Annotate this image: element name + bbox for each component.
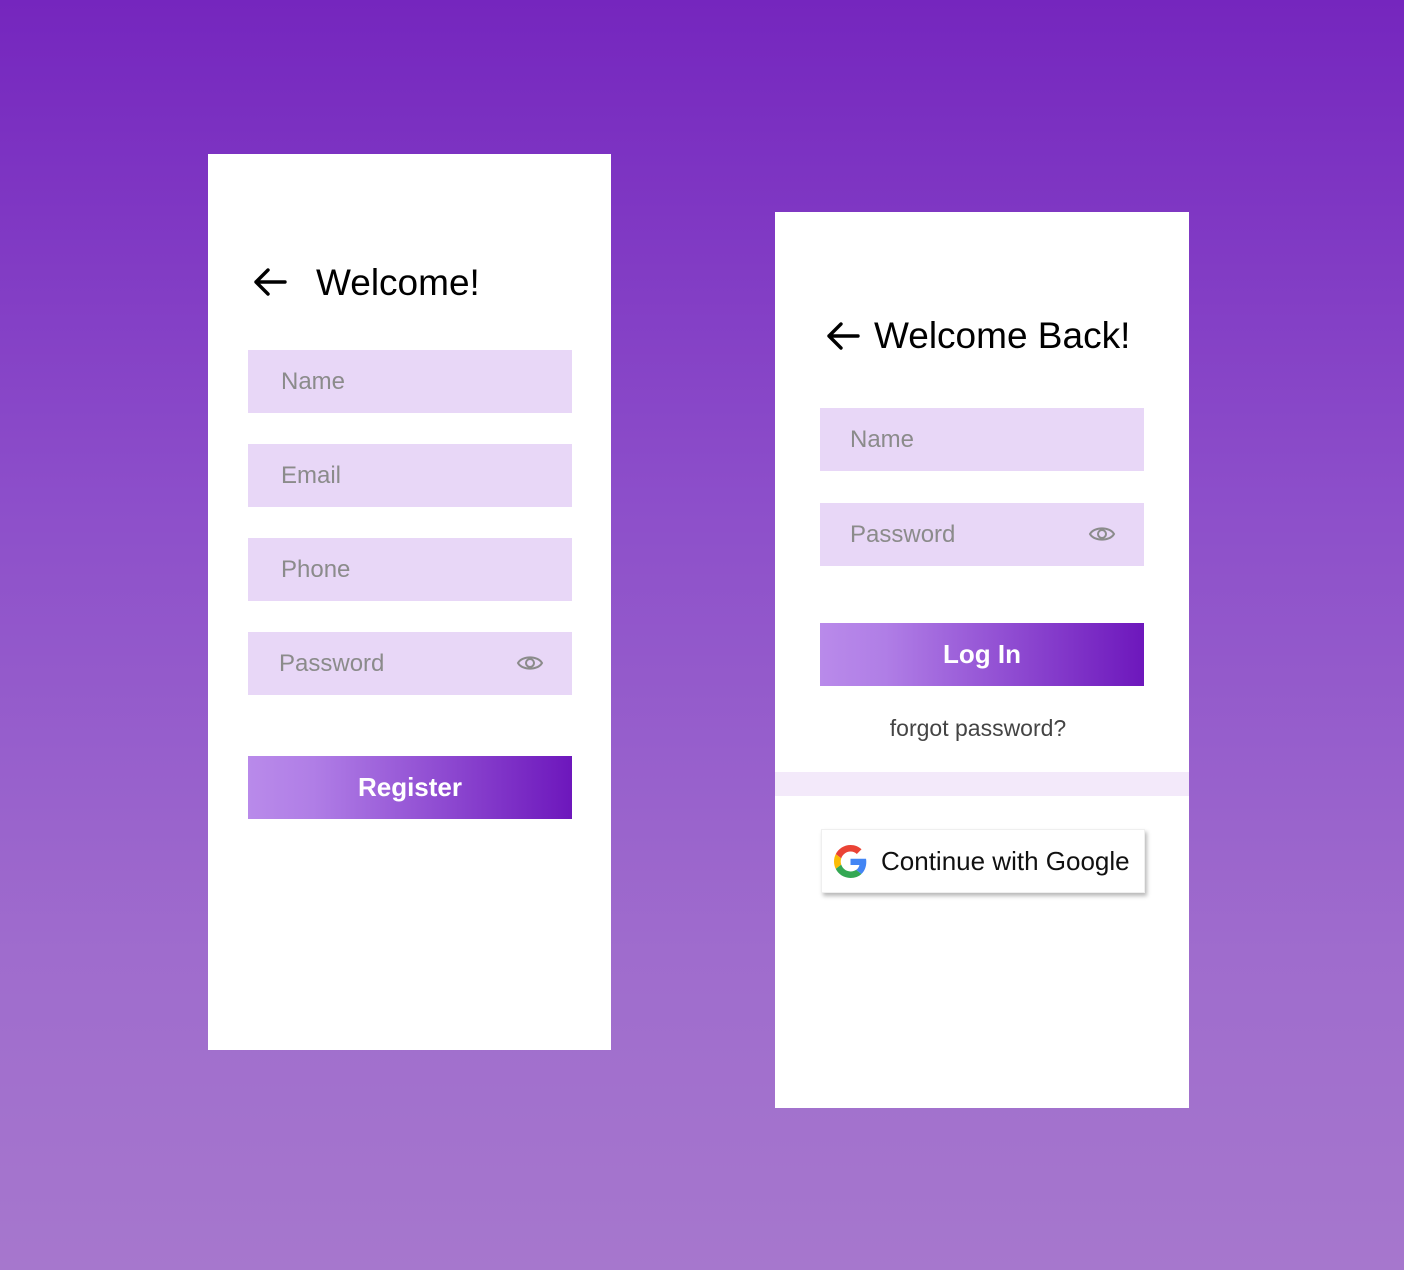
register-card: Welcome! Register <box>208 154 611 1050</box>
name-field[interactable] <box>820 408 1144 471</box>
eye-icon[interactable] <box>1088 522 1116 546</box>
eye-icon[interactable] <box>516 651 544 675</box>
login-card: Welcome Back! Log In forgot password? Co… <box>775 212 1189 1108</box>
email-field[interactable] <box>248 444 572 507</box>
divider <box>775 772 1189 796</box>
name-field[interactable] <box>248 350 572 413</box>
password-field[interactable] <box>248 632 572 695</box>
password-field[interactable] <box>820 503 1144 566</box>
register-button[interactable]: Register <box>248 756 572 819</box>
name-input[interactable] <box>820 408 1144 471</box>
name-input[interactable] <box>248 350 572 413</box>
arrow-left-icon[interactable] <box>825 320 861 352</box>
arrow-left-icon[interactable] <box>252 266 288 298</box>
email-input[interactable] <box>248 444 572 507</box>
phone-field[interactable] <box>248 538 572 601</box>
page-title: Welcome! <box>316 262 480 303</box>
google-signin-label: Continue with Google <box>881 846 1130 876</box>
login-button[interactable]: Log In <box>820 623 1144 686</box>
phone-input[interactable] <box>248 538 572 601</box>
google-icon <box>834 845 867 878</box>
page-title: Welcome Back! <box>874 315 1131 356</box>
google-signin-button[interactable]: Continue with Google <box>821 829 1145 893</box>
forgot-password-link[interactable]: forgot password? <box>820 714 1136 742</box>
